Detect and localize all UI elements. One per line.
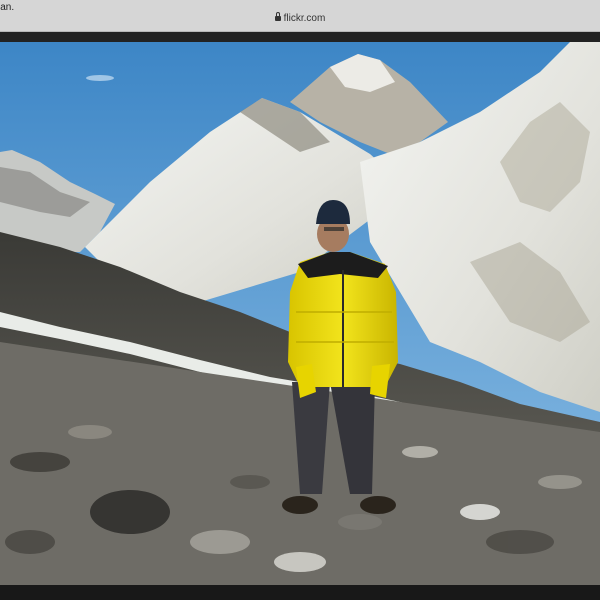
url-text: flickr.com bbox=[283, 13, 326, 24]
photo[interactable] bbox=[0, 42, 600, 585]
browser-toolbar: lan. flickr.com bbox=[0, 0, 600, 32]
viewer-bottom-strip bbox=[0, 585, 600, 600]
address-bar[interactable]: flickr.com bbox=[0, 12, 600, 24]
lock-icon bbox=[274, 12, 281, 21]
viewer-top-strip bbox=[0, 32, 600, 42]
tab-title[interactable]: lan. bbox=[0, 2, 14, 13]
